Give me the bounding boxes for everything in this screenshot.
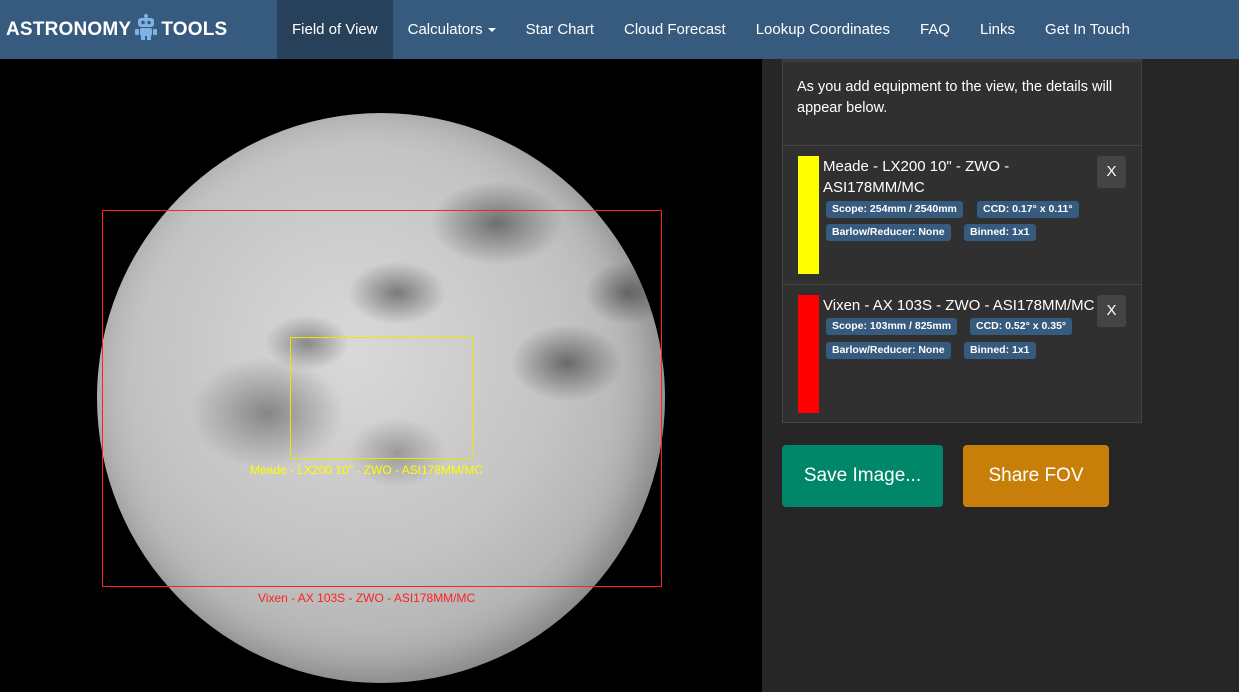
nav-star-chart[interactable]: Star Chart [511,0,609,59]
brand-text-left: ASTRONOMY [6,18,132,40]
binned-badge: Binned: 1x1 [964,342,1036,359]
robot-icon [135,13,158,46]
nav-faq[interactable]: FAQ [905,0,965,59]
fov-label-vixen: Vixen - AX 103S - ZWO - ASI178MM/MC [258,591,476,605]
binned-badge: Binned: 1x1 [964,224,1036,241]
equipment-item-meade: Meade - LX200 10" - ZWO - ASI178MM/MC X … [783,146,1141,284]
fov-rect-meade [290,337,473,459]
barlow-badge: Barlow/Reducer: None [826,342,951,359]
equipment-panel: As you add equipment to the view, the de… [782,59,1142,423]
nav-cloud-forecast[interactable]: Cloud Forecast [609,0,741,59]
brand-logo[interactable]: ASTRONOMY TOOLS [0,0,277,59]
color-swatch [798,156,819,274]
scope-badge: Scope: 103mm / 825mm [826,318,958,335]
brand-text-right: TOOLS [161,18,228,40]
ccd-badge: CCD: 0.17° x 0.11° [977,201,1079,218]
nav-links[interactable]: Links [965,0,1030,59]
share-fov-button[interactable]: Share FOV [963,445,1109,507]
save-image-button[interactable]: Save Image... [782,445,943,507]
nav-get-in-touch[interactable]: Get In Touch [1030,0,1145,59]
panel-top-edge [783,59,1141,62]
navbar: ASTRONOMY TOOLS Field of View Calculator… [0,0,1239,59]
remove-equipment-button[interactable]: X [1097,295,1126,327]
nav-menu: Field of View Calculators Star Chart Clo… [277,0,1145,59]
nav-calculators-label: Calculators [407,21,483,38]
color-swatch [798,295,819,413]
caret-down-icon [487,28,496,33]
nav-field-of-view[interactable]: Field of View [277,0,393,59]
equipment-title: Meade - LX200 10" - ZWO - ASI178MM/MC [823,158,1010,196]
ccd-badge: CCD: 0.52° x 0.35° [970,318,1073,335]
barlow-badge: Barlow/Reducer: None [826,224,951,241]
equipment-item-vixen: Vixen - AX 103S - ZWO - ASI178MM/MC X Sc… [783,285,1141,423]
panel-info-text: As you add equipment to the view, the de… [797,79,1113,116]
fov-label-meade: Meade - LX200 10" - ZWO - ASI178MM/MC [250,463,484,477]
remove-equipment-button[interactable]: X [1097,156,1126,188]
fov-view[interactable]: Meade - LX200 10" - ZWO - ASI178MM/MC Vi… [0,59,762,692]
nav-lookup-coordinates[interactable]: Lookup Coordinates [741,0,905,59]
nav-calculators[interactable]: Calculators [393,0,511,59]
equipment-title: Vixen - AX 103S - ZWO - ASI178MM/MC [823,297,1095,314]
scope-badge: Scope: 254mm / 2540mm [826,201,963,218]
